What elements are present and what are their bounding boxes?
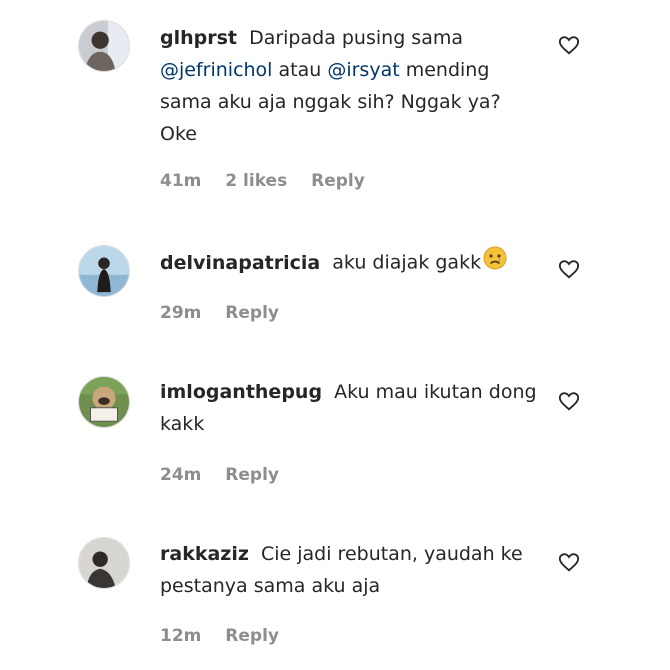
timestamp: 29m [160,303,202,323]
timestamp: 41m [160,171,202,191]
mention-link[interactable]: @jefrinichol [160,59,272,81]
comment-text: delvinapatricia aku diajak gakk [160,246,540,280]
heart-icon[interactable] [558,390,580,412]
comment-text: glhprst Daripada pusing sama @jefrinicho… [160,27,501,145]
timestamp: 24m [160,465,202,485]
reply-button[interactable]: Reply [311,171,365,191]
comment-meta: 29m Reply [160,303,297,323]
likes-count[interactable]: 2 likes [225,171,287,191]
reply-button[interactable]: Reply [225,626,279,646]
avatar[interactable] [78,537,130,589]
reply-button[interactable]: Reply [225,465,279,485]
timestamp: 12m [160,626,202,646]
username[interactable]: imloganthepug [160,381,322,403]
sad-face-emoji-icon [483,246,507,280]
mention-link[interactable]: @irsyat [327,59,399,81]
avatar[interactable] [78,245,130,297]
comment-meta: 12m Reply [160,626,297,646]
heart-icon[interactable] [558,258,580,280]
comment-meta: 41m 2 likes Reply [160,171,383,191]
username[interactable]: delvinapatricia [160,252,320,274]
heart-icon[interactable] [558,551,580,573]
comment-meta: 24m Reply [160,465,297,485]
comment-text: imloganthepug Aku mau ikutan dong kakk [160,381,537,435]
heart-icon[interactable] [558,34,580,56]
username[interactable]: rakkaziz [160,543,249,565]
username[interactable]: glhprst [160,27,237,49]
reply-button[interactable]: Reply [225,303,279,323]
avatar[interactable] [78,20,130,72]
avatar[interactable] [78,376,130,428]
comment-text: rakkaziz Cie jadi rebutan, yaudah ke pes… [160,543,523,597]
